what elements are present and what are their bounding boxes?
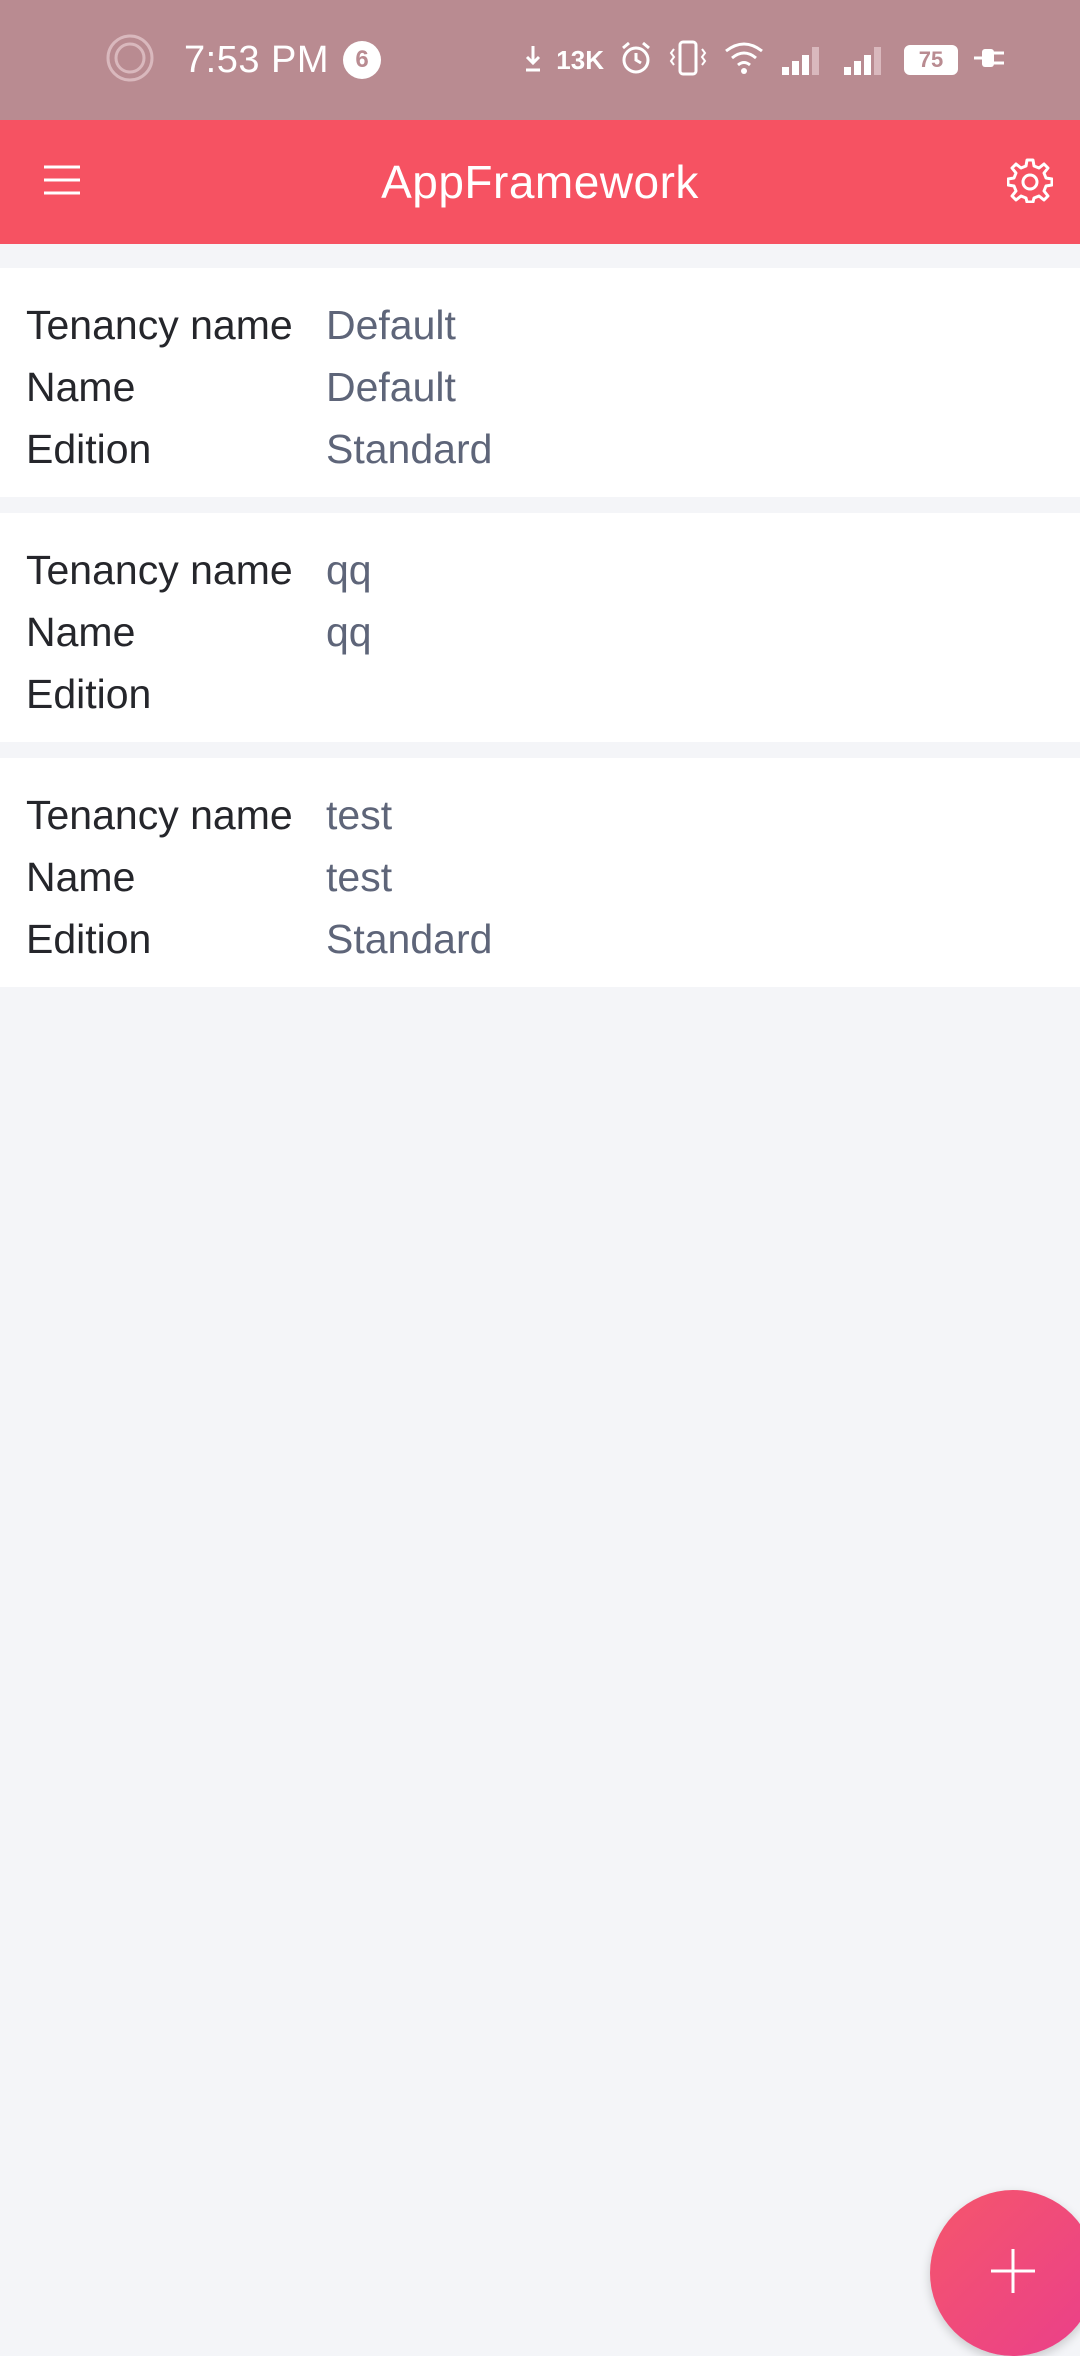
edition-value: Standard	[326, 425, 493, 472]
name-row: Name test	[0, 846, 1080, 908]
plus-icon	[985, 2243, 1041, 2304]
alarm-icon	[618, 40, 654, 81]
add-tenant-button[interactable]	[930, 2190, 1080, 2356]
status-bar: 7:53 PM 6 13K 75	[0, 0, 1080, 120]
tenancy-name-label: Tenancy name	[26, 546, 293, 593]
name-value: Default	[326, 363, 456, 410]
charging-plug-icon	[972, 43, 1008, 78]
tenancy-name-value: Default	[326, 301, 456, 348]
edition-row: Edition	[0, 663, 1080, 725]
battery-indicator: 75	[904, 45, 958, 75]
tenancy-name-row: Tenancy name Default	[0, 294, 1080, 356]
edition-row: Edition Standard	[0, 908, 1080, 970]
tenancy-name-label: Tenancy name	[26, 301, 293, 348]
tenant-card-qq[interactable]: Tenancy name qq Name qq Edition	[0, 513, 1080, 742]
status-time: 7:53 PM	[184, 38, 330, 81]
settings-button[interactable]	[998, 150, 1062, 214]
app-header: AppFramework	[0, 120, 1080, 244]
network-speed: 13K	[556, 44, 604, 75]
app-title: AppFramework	[381, 156, 699, 208]
tenancy-name-row: Tenancy name test	[0, 784, 1080, 846]
edition-row: Edition Standard	[0, 418, 1080, 480]
vibrate-icon	[668, 39, 708, 82]
status-bar-right: 13K 75	[524, 0, 1008, 120]
notification-count-badge: 6	[343, 41, 382, 79]
name-value: qq	[326, 608, 372, 655]
wifi-icon	[722, 39, 766, 82]
tenancy-name-value: test	[326, 791, 393, 838]
tenancy-name-row: Tenancy name qq	[0, 539, 1080, 601]
signal-strength-icon-2	[842, 41, 890, 80]
tenancy-name-label: Tenancy name	[26, 791, 293, 838]
name-label: Name	[26, 853, 136, 900]
status-bar-left: 7:53 PM 6	[104, 0, 382, 120]
tenant-list: Tenancy name Default Name Default Editio…	[0, 268, 1080, 1003]
name-row: Name Default	[0, 356, 1080, 418]
edition-label: Edition	[26, 915, 152, 962]
tenant-card-test[interactable]: Tenancy name test Name test Edition Stan…	[0, 758, 1080, 987]
tenancy-name-value: qq	[326, 546, 372, 593]
screen-record-icon	[104, 32, 156, 89]
tenant-card-default[interactable]: Tenancy name Default Name Default Editio…	[0, 268, 1080, 497]
gear-icon	[1006, 157, 1054, 208]
name-value: test	[326, 853, 393, 900]
edition-value: Standard	[326, 915, 493, 962]
name-row: Name qq	[0, 601, 1080, 663]
signal-strength-icon-1	[780, 41, 828, 80]
download-arrow-icon	[524, 43, 542, 78]
name-label: Name	[26, 363, 136, 410]
name-label: Name	[26, 608, 136, 655]
edition-label: Edition	[26, 425, 152, 472]
edition-label: Edition	[26, 670, 152, 717]
